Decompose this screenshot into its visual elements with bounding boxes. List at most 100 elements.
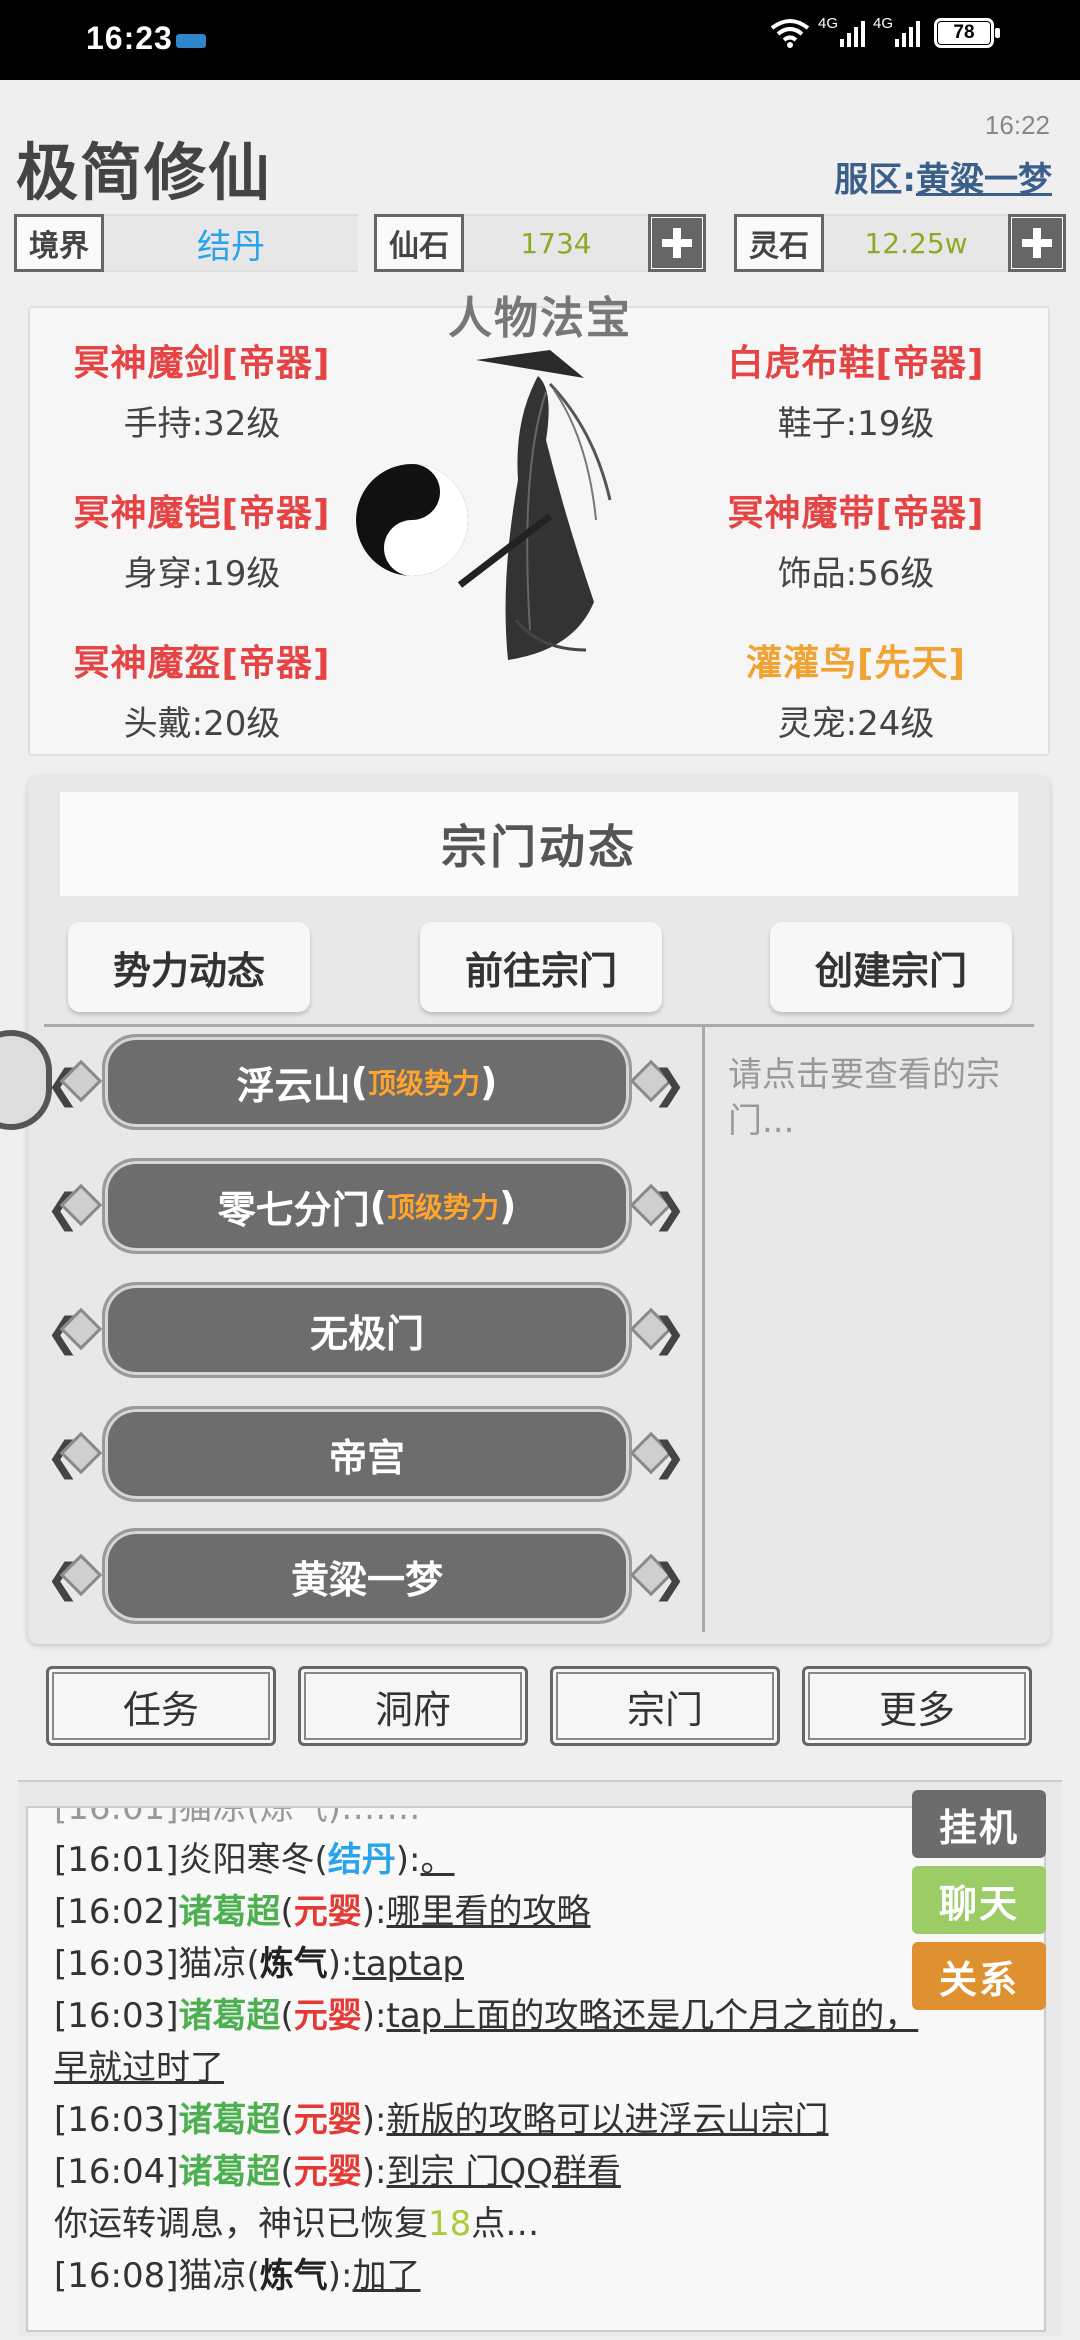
tab-faction-news[interactable]: 势力动态 (68, 922, 310, 1012)
chat-user[interactable]: 诸葛超 (179, 1892, 281, 1932)
server-name[interactable]: 黄粱一梦 (916, 160, 1052, 200)
chat-text: 哪里看的攻略 (386, 1892, 591, 1932)
equip-level: 灵宠:24级 (777, 704, 935, 744)
equip-level: 手持:32级 (123, 404, 281, 444)
status-time: 16:23 (86, 20, 173, 56)
chat-realm: 元婴 (293, 1892, 362, 1932)
lingshi-value: 12.25w (824, 214, 1008, 272)
nav-sect-button[interactable]: 宗门 (550, 1666, 780, 1746)
sect-list-item[interactable]: ❮ 黄粱一梦 ❯ (46, 1526, 686, 1626)
equip-level: 鞋子:19级 (777, 404, 935, 444)
equip-name: 灌灌鸟[先天] (746, 643, 966, 684)
chat-message: [16:04]诸葛超(元婴):到宗 门QQ群看 (54, 2152, 621, 2192)
chat-text: 早就过时了 (54, 2048, 224, 2088)
chevron-right-icon: ❯ (652, 1556, 686, 1602)
nav-more-button[interactable]: 更多 (802, 1666, 1032, 1746)
chat-message: [16:02]诸葛超(元婴):哪里看的攻略 (54, 1892, 591, 1932)
relations-button[interactable]: 关系 (912, 1942, 1046, 2010)
server-indicator[interactable]: 服区:黄粱一梦 (834, 152, 1052, 201)
equip-slot-pet[interactable]: 灌灌鸟[先天] 灵宠:24级 (706, 634, 1006, 745)
chat-user[interactable]: 猫凉 (179, 2256, 247, 2296)
xianshi-bar: 仙石 1734 (374, 214, 706, 272)
xianshi-label: 仙石 (374, 214, 464, 272)
chat-text: taptap (352, 1944, 465, 1984)
chevron-right-icon: ❯ (652, 1310, 686, 1356)
chat-message: [16:03]猫凉(炼气):taptap (54, 1944, 465, 1984)
system-message: 你运转调息，神识已恢复18点… (54, 2198, 1044, 2250)
server-label: 服区: (834, 160, 916, 200)
sect-name: 黄粱一梦 (290, 1557, 443, 1602)
sect-list-item[interactable]: ❮ 零七分门(顶级势力) ❯ (46, 1156, 686, 1256)
equip-slot-weapon[interactable]: 冥神魔剑[帝器] 手持:32级 (52, 334, 352, 445)
equip-level: 身穿:19级 (123, 554, 281, 594)
equip-slot-helmet[interactable]: 冥神魔盔[帝器] 头戴:20级 (52, 634, 352, 745)
lingshi-label: 灵石 (734, 214, 824, 272)
sect-list-item[interactable]: ❮ 浮云山(顶级势力) ❯ (46, 1032, 686, 1132)
equip-level: 饰品:56级 (777, 554, 935, 594)
sect-name: 无极门 (309, 1311, 424, 1356)
chat-user[interactable]: 炎阳寒冬 (179, 1840, 315, 1880)
equip-name: 冥神魔盔[帝器] (73, 643, 331, 684)
chat-message: [16:01]炎阳寒冬(结丹):。 (54, 1840, 455, 1880)
equip-name: 冥神魔剑[帝器] (73, 343, 331, 384)
sect-name: 浮云山 (236, 1063, 351, 1108)
signal-icon: 4G (873, 15, 920, 47)
equip-name: 冥神魔带[帝器] (727, 493, 985, 534)
sect-name: 帝宫 (328, 1435, 405, 1480)
chat-user[interactable]: 诸葛超 (179, 2152, 281, 2192)
sect-panel: 宗门动态 势力动态 前往宗门 创建宗门 请点击要查看的宗门... ❮ 浮云山(顶… (28, 776, 1050, 1644)
equip-slot-shoes[interactable]: 白虎布鞋[帝器] 鞋子:19级 (706, 334, 1006, 445)
chat-time: [16:02] (54, 1892, 179, 1932)
chat-log[interactable]: [16:01]猫凉(炼气):…… [16:01]炎阳寒冬(结丹):。 [16:0… (26, 1806, 1046, 2332)
divider (44, 1024, 1034, 1027)
equip-slot-armor[interactable]: 冥神魔铠[帝器] 身穿:19级 (52, 484, 352, 595)
chat-message-clipped: [16:01]猫凉(炼气):…… (54, 1806, 421, 1828)
chevron-right-icon: ❯ (652, 1062, 686, 1108)
chat-realm: 炼气 (259, 1944, 328, 1984)
chat-text: 加了 (352, 2256, 421, 2296)
yin-yang-icon (356, 464, 468, 576)
chat-user[interactable]: 猫凉 (179, 1944, 247, 1984)
lingshi-bar: 灵石 12.25w (734, 214, 1066, 272)
network-type-label: 4G (818, 15, 839, 32)
system-number: 18 (428, 2204, 472, 2244)
tab-go-to-sect[interactable]: 前往宗门 (420, 922, 662, 1012)
chat-realm: 炼气 (259, 2256, 328, 2296)
sect-list-item[interactable]: ❮ 帝宫 ❯ (46, 1404, 686, 1504)
nav-cave-button[interactable]: 洞府 (298, 1666, 528, 1746)
chat-message: [16:08]猫凉(炼气):加了 (54, 2256, 421, 2296)
sect-panel-title: 宗门动态 (60, 792, 1018, 896)
chat-text: 。 (420, 1840, 455, 1880)
sect-tag: 顶级势力 (368, 1067, 481, 1100)
chat-time: [16:03] (54, 1944, 179, 1984)
chevron-right-icon: ❯ (652, 1186, 686, 1232)
chat-button[interactable]: 聊天 (912, 1866, 1046, 1934)
sect-list-item[interactable]: ❮ 无极门 ❯ (46, 1280, 686, 1380)
equip-name: 冥神魔铠[帝器] (73, 493, 331, 534)
nav-tasks-button[interactable]: 任务 (46, 1666, 276, 1746)
plus-icon (1012, 218, 1062, 268)
status-bar: 16:23 4G 4G 78 (0, 0, 1080, 80)
character-figure (356, 350, 612, 660)
chat-text: tap上面的攻略还是几个月之前的， (386, 1996, 919, 2036)
xianshi-value: 1734 (464, 214, 648, 272)
sect-tag: 顶级势力 (387, 1191, 500, 1224)
chat-user[interactable]: 诸葛超 (179, 1996, 281, 2036)
chat-user[interactable]: 诸葛超 (179, 2100, 281, 2140)
network-type-label: 4G (873, 15, 894, 32)
idle-button[interactable]: 挂机 (912, 1790, 1046, 1858)
equip-level: 头戴:20级 (123, 704, 281, 744)
divider (702, 1026, 705, 1632)
signal-icon: 4G (818, 15, 865, 47)
battery-icon: 78 (934, 18, 1000, 48)
chat-message: [16:03]诸葛超(元婴):tap上面的攻略还是几个月之前的， (54, 1996, 919, 2036)
equip-slot-accessory[interactable]: 冥神魔带[帝器] 饰品:56级 (706, 484, 1006, 595)
chat-realm: 结丹 (327, 1840, 396, 1880)
chat-panel: [16:01]猫凉(炼气):…… [16:01]炎阳寒冬(结丹):。 [16:0… (18, 1780, 1062, 2336)
add-lingshi-button[interactable] (1008, 214, 1066, 272)
chat-realm: 元婴 (293, 2100, 362, 2140)
chat-time: [16:01] (54, 1840, 179, 1880)
battery-level: 78 (938, 22, 990, 44)
tab-create-sect[interactable]: 创建宗门 (770, 922, 1012, 1012)
add-xianshi-button[interactable] (648, 214, 706, 272)
